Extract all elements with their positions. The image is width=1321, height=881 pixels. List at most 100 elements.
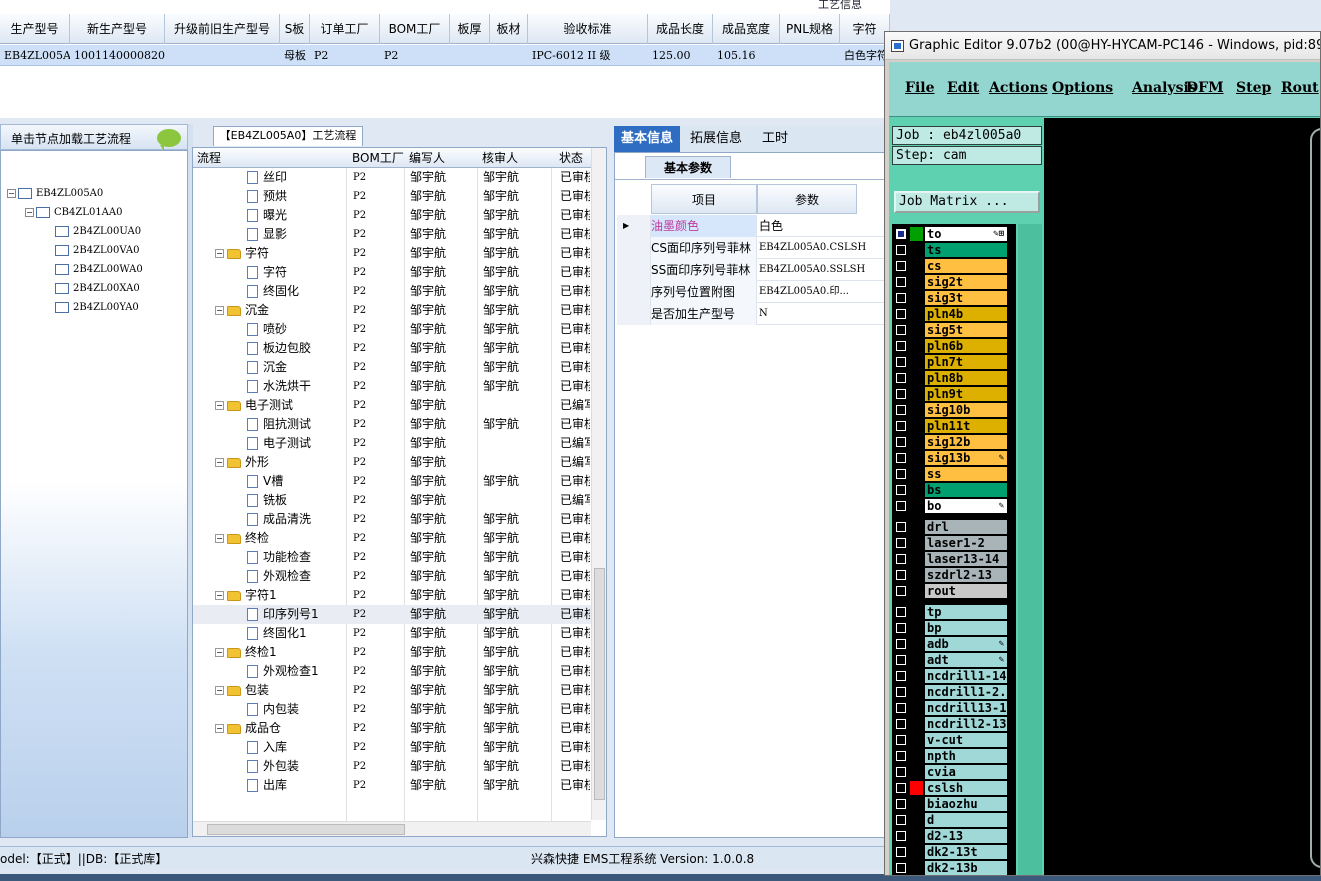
layer-name[interactable]: dk2-13t	[925, 845, 1007, 859]
layer-name[interactable]: laser1-2	[925, 536, 1007, 550]
collapse-icon[interactable]: −	[215, 306, 224, 315]
layer-checkbox[interactable]	[896, 538, 906, 548]
table-row[interactable]: 内包装 P2 邹宇航 邹宇航 已审核	[193, 700, 593, 719]
table-row[interactable]: − 电子测试 P2 邹宇航 已编写	[193, 396, 593, 415]
layer-row[interactable]: szdrl2-13	[892, 567, 1016, 583]
tree-node[interactable]: 2B4ZL00VA0	[55, 242, 140, 260]
layer-row[interactable]: ncdrill1-14	[892, 668, 1016, 684]
menu-edit[interactable]: Edit	[947, 80, 979, 96]
layer-checkbox[interactable]	[896, 261, 906, 271]
layer-checkbox[interactable]	[896, 815, 906, 825]
layer-checkbox[interactable]	[896, 687, 906, 697]
table-row[interactable]: − 外形 P2 邹宇航 已编写	[193, 453, 593, 472]
table-row[interactable]: 铣板 P2 邹宇航 已编写	[193, 491, 593, 510]
collapse-icon[interactable]: −	[215, 686, 224, 695]
layer-row[interactable]: laser1-2	[892, 535, 1016, 551]
table-row[interactable]: − 字符 P2 邹宇航 邹宇航 已审核	[193, 244, 593, 263]
layer-row[interactable]: to ✎⊞	[892, 226, 1016, 242]
table-row[interactable]: 沉金 P2 邹宇航 邹宇航 已审核	[193, 358, 593, 377]
layer-row[interactable]: ts	[892, 242, 1016, 258]
info-tab[interactable]: 工时	[750, 126, 800, 152]
layer-row[interactable]: ncdrill13-14	[892, 700, 1016, 716]
job-matrix-button[interactable]: Job Matrix ...	[894, 191, 1040, 213]
table-row[interactable]: 喷砂 P2 邹宇航 邹宇航 已审核	[193, 320, 593, 339]
layer-name[interactable]: drl	[925, 520, 1007, 534]
layer-checkbox[interactable]	[896, 607, 906, 617]
column-header[interactable]: 编写人	[409, 148, 481, 168]
layer-name[interactable]: sig12b	[925, 435, 1007, 449]
layer-name[interactable]: adb ✎	[925, 637, 1007, 651]
layer-checkbox[interactable]	[896, 341, 906, 351]
layer-row[interactable]: bs	[892, 482, 1016, 498]
param-value[interactable]: N	[757, 303, 887, 325]
table-row[interactable]: 电子测试 P2 邹宇航 已编写	[193, 434, 593, 453]
menu-rout[interactable]: Rout	[1281, 80, 1319, 96]
layer-checkbox[interactable]	[896, 389, 906, 399]
column-header[interactable]: 升级前旧生产型号	[165, 14, 280, 44]
layer-row[interactable]: laser13-14	[892, 551, 1016, 567]
table-row[interactable]: 成品清洗 P2 邹宇航 邹宇航 已审核	[193, 510, 593, 529]
layer-row[interactable]: ss	[892, 466, 1016, 482]
layer-row[interactable]: pln4b	[892, 306, 1016, 322]
tree-node[interactable]: 2B4ZL00UA0	[55, 223, 141, 241]
param-row[interactable]: 序列号位置附图 EB4ZL005A0.印...	[617, 281, 887, 303]
layer-row[interactable]: npth	[892, 748, 1016, 764]
layer-checkbox[interactable]	[896, 437, 906, 447]
layer-name[interactable]: pln9t	[925, 387, 1007, 401]
layer-checkbox[interactable]	[896, 703, 906, 713]
menu-options[interactable]: Options	[1052, 80, 1113, 96]
layer-row[interactable]: pln8b	[892, 370, 1016, 386]
layer-checkbox[interactable]	[896, 719, 906, 729]
table-row[interactable]: 功能检查 P2 邹宇航 邹宇航 已审核	[193, 548, 593, 567]
column-header[interactable]: BOM工厂	[380, 14, 450, 44]
collapse-icon[interactable]: −	[215, 534, 224, 543]
column-header[interactable]: 验收标准	[528, 14, 648, 44]
param-value[interactable]: EB4ZL005A0.印...	[757, 281, 887, 303]
layer-name[interactable]: ncdrill13-14	[925, 701, 1007, 715]
layer-checkbox[interactable]	[896, 501, 906, 511]
process-flow-tab[interactable]: 【EB4ZL005A0】工艺流程	[213, 126, 363, 146]
layer-name[interactable]: adt ✎	[925, 653, 1007, 667]
tree-node[interactable]: 2B4ZL00XA0	[55, 280, 140, 298]
layer-checkbox[interactable]	[896, 799, 906, 809]
layer-checkbox[interactable]	[896, 863, 906, 873]
tree-node[interactable]: 2B4ZL00WA0	[55, 261, 143, 279]
layer-row[interactable]: pln6b	[892, 338, 1016, 354]
layer-name[interactable]: ncdrill2-13	[925, 717, 1007, 731]
layer-name[interactable]: sig5t	[925, 323, 1007, 337]
layer-name[interactable]: laser13-14	[925, 552, 1007, 566]
table-row[interactable]: − 终检1 P2 邹宇航 邹宇航 已审核	[193, 643, 593, 662]
layer-checkbox[interactable]	[896, 405, 906, 415]
table-row[interactable]: − 字符1 P2 邹宇航 邹宇航 已审核	[193, 586, 593, 605]
layer-row[interactable]: sig3t	[892, 290, 1016, 306]
table-row[interactable]: 外包装 P2 邹宇航 邹宇航 已审核	[193, 757, 593, 776]
column-header[interactable]: 状态	[559, 148, 593, 168]
layer-row[interactable]: sig5t	[892, 322, 1016, 338]
collapse-icon[interactable]: −	[215, 724, 224, 733]
layer-checkbox[interactable]	[896, 783, 906, 793]
column-header[interactable]: S板	[280, 14, 310, 44]
layer-checkbox[interactable]	[896, 639, 906, 649]
table-row[interactable]: − 成品仓 P2 邹宇航 邹宇航 已审核	[193, 719, 593, 738]
tree-node[interactable]: − CB4ZL01AA0	[25, 204, 122, 222]
table-row[interactable]: 阻抗测试 P2 邹宇航 邹宇航 已审核	[193, 415, 593, 434]
table-row[interactable]: 曝光 P2 邹宇航 邹宇航 已审核	[193, 206, 593, 225]
layer-name[interactable]: sig13b ✎	[925, 451, 1007, 465]
column-header[interactable]: 订单工厂	[310, 14, 380, 44]
table-row[interactable]: 字符 P2 邹宇航 邹宇航 已审核	[193, 263, 593, 282]
table-row[interactable]: 板边包胶 P2 邹宇航 邹宇航 已审核	[193, 339, 593, 358]
layer-name[interactable]: dk2-13b	[925, 861, 1007, 875]
table-row[interactable]: − 终检 P2 邹宇航 邹宇航 已审核	[193, 529, 593, 548]
layer-row[interactable]: rout	[892, 583, 1016, 599]
param-value[interactable]: 白色	[757, 215, 887, 237]
layer-row[interactable]: cvia	[892, 764, 1016, 780]
collapse-icon[interactable]: −	[25, 208, 34, 217]
layer-name[interactable]: pln4b	[925, 307, 1007, 321]
layer-name[interactable]: ncdrill1-2.a	[925, 685, 1007, 699]
table-row[interactable]: 外观检查 P2 邹宇航 邹宇航 已审核	[193, 567, 593, 586]
layer-row[interactable]: sig2t	[892, 274, 1016, 290]
layer-row[interactable]: drl	[892, 519, 1016, 535]
layer-row[interactable]: biaozhu	[892, 796, 1016, 812]
layer-checkbox[interactable]	[896, 554, 906, 564]
layer-row[interactable]: adb ✎	[892, 636, 1016, 652]
